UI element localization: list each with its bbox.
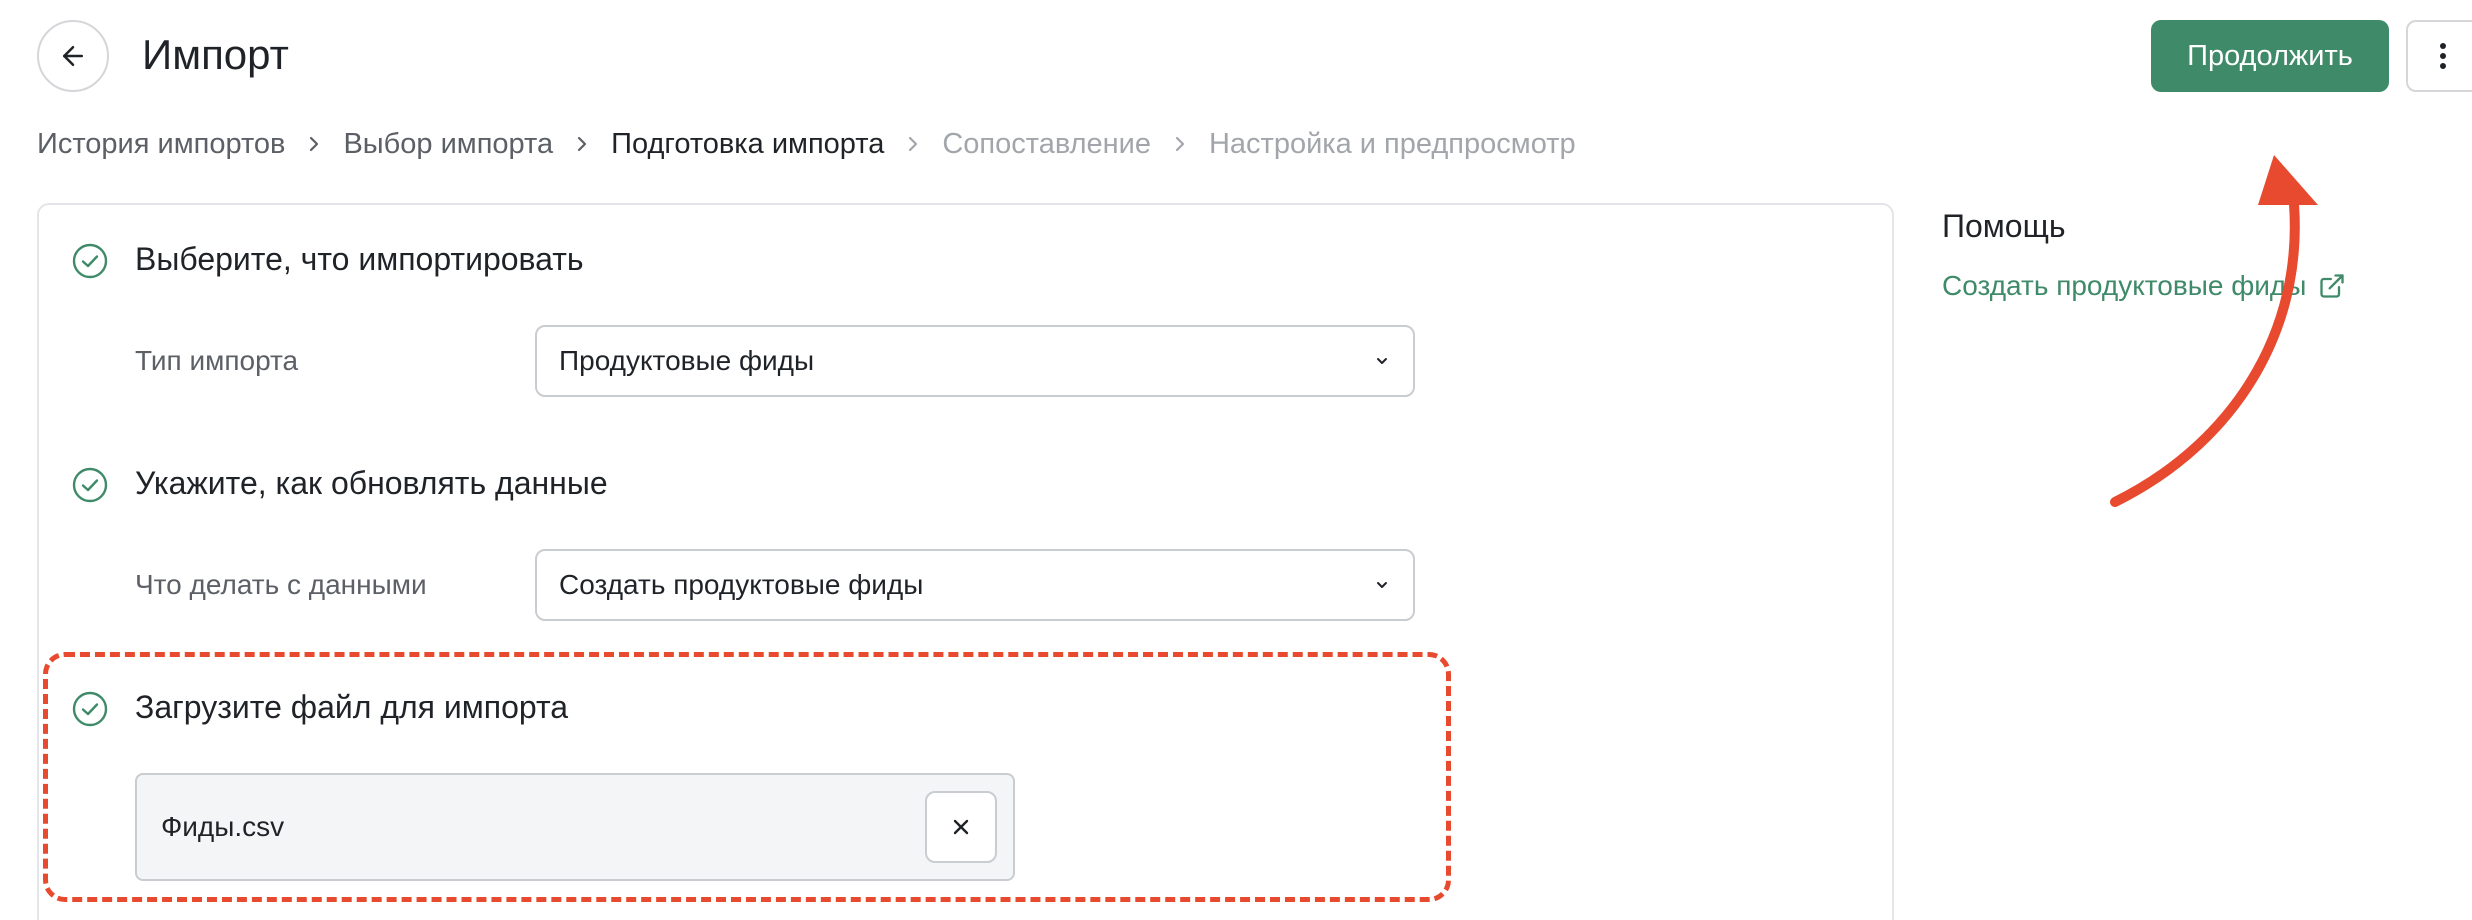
chevron-down-icon (1377, 582, 1387, 588)
field-label-data-action: Что делать с данными (135, 569, 427, 600)
breadcrumb-item-history[interactable]: История импортов (37, 128, 285, 161)
help-link-label: Создать продуктовые фиды (1942, 270, 2307, 301)
section-title-what: Выберите, что импортировать (135, 241, 584, 277)
data-action-select[interactable]: Создать продуктовые фиды (535, 549, 1415, 621)
breadcrumb-item-mapping: Сопоставление (942, 127, 1151, 160)
breadcrumb: История импортов Выбор импорта Подготовк… (37, 122, 1576, 166)
import-type-select-value: Продуктовые фиды (559, 345, 815, 376)
continue-button[interactable]: Продолжить (2151, 20, 2389, 92)
chevron-right-icon (906, 134, 920, 154)
field-label-import-type: Тип импорта (135, 345, 299, 376)
arrow-left-icon (63, 46, 83, 66)
breadcrumb-item-prepare: Подготовка импорта (611, 127, 885, 160)
import-type-select[interactable]: Продуктовые фиды (535, 325, 1415, 397)
check-circle-icon (72, 243, 108, 279)
back-button[interactable] (37, 20, 109, 92)
chevron-down-icon (1377, 358, 1387, 364)
help-title: Помощь (1942, 208, 2066, 244)
chevron-right-icon (575, 134, 589, 154)
check-circle-icon (72, 467, 108, 503)
external-link-icon (2320, 274, 2345, 298)
import-page: Импорт Продолжить История импортов Выбор… (0, 0, 2472, 920)
more-button[interactable] (2406, 20, 2472, 92)
upload-highlight-annotation (43, 652, 1451, 902)
data-action-select-value: Создать продуктовые фиды (559, 569, 924, 600)
breadcrumb-item-select[interactable]: Выбор импорта (343, 128, 553, 161)
page-title: Импорт (142, 31, 289, 78)
breadcrumb-item-preview: Настройка и предпросмотр (1208, 127, 1576, 160)
chevron-right-icon (1173, 134, 1187, 154)
section-title-how: Укажите, как обновлять данные (135, 465, 608, 501)
chevron-right-icon (307, 134, 321, 154)
help-link[interactable]: Создать продуктовые фиды (1942, 270, 2346, 302)
more-vertical-icon (2440, 43, 2446, 69)
